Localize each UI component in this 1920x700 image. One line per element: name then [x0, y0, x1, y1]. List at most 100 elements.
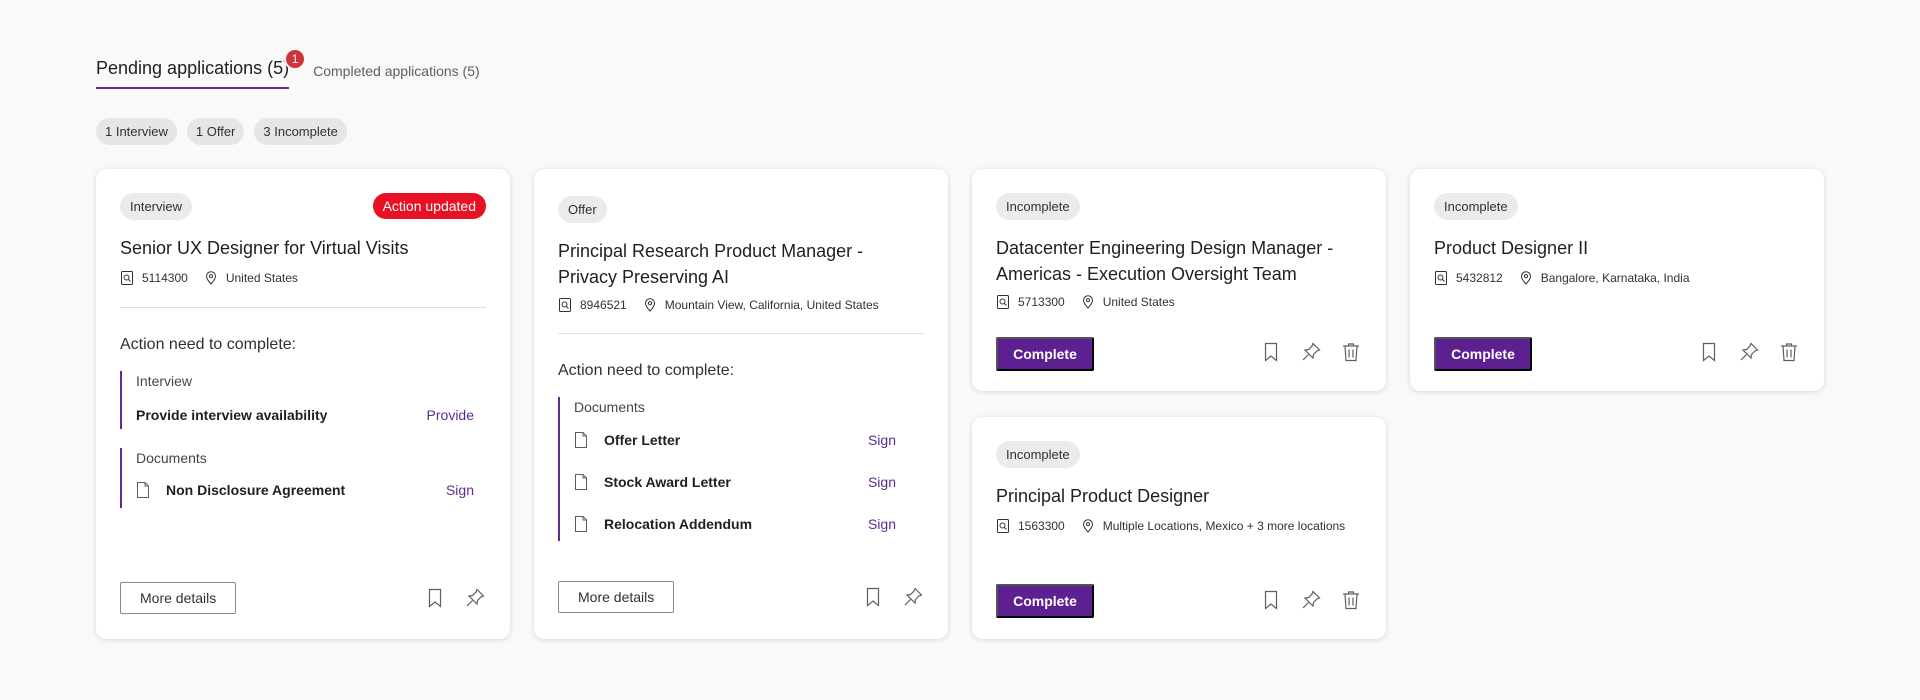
notification-badge: 1	[284, 48, 307, 70]
location-icon	[1081, 295, 1095, 309]
more-details-button[interactable]: More details	[120, 582, 237, 614]
job-location: United States	[1102, 295, 1175, 309]
complete-button[interactable]: Complete	[996, 584, 1094, 618]
job-meta: 5432812 Bangalore, Karnataka, India	[1434, 271, 1690, 285]
job-id-icon	[1434, 271, 1448, 285]
location-icon	[643, 298, 657, 312]
filter-offer[interactable]: 1 Offer	[186, 118, 245, 145]
job-location: United States	[225, 271, 298, 285]
job-id-icon	[996, 295, 1010, 309]
job-title: Senior UX Designer for Virtual Visits	[120, 238, 409, 258]
status-badge: Incomplete	[996, 441, 1080, 468]
document-icon	[136, 482, 150, 498]
action-section-title: Action need to complete:	[558, 362, 735, 379]
pin-icon[interactable]	[1300, 341, 1322, 363]
action-section-title: Action need to complete:	[120, 336, 297, 353]
action-item-label: Non Disclosure Agreement	[166, 482, 346, 498]
job-id-icon	[996, 519, 1010, 533]
job-title-line2: Privacy Preserving AI	[558, 267, 730, 287]
complete-button[interactable]: Complete	[996, 337, 1094, 371]
job-id: 5114300	[142, 271, 188, 285]
job-meta: 5114300 United States	[120, 271, 298, 285]
filter-incomplete[interactable]: 3 Incomplete	[254, 118, 347, 145]
card-actions	[1260, 341, 1362, 363]
interview-action-group: Interview Provide interview availability…	[120, 371, 474, 429]
divider	[120, 307, 486, 308]
job-id-icon	[558, 298, 572, 312]
trash-icon[interactable]	[1778, 341, 1800, 363]
pin-icon[interactable]	[902, 586, 924, 608]
sign-link[interactable]: Sign	[868, 474, 896, 490]
job-title: Principal Research Product Manager - Pri…	[558, 238, 863, 290]
group-label-documents: Documents	[574, 399, 645, 415]
job-meta: 5713300 United States	[996, 295, 1175, 309]
provide-link[interactable]: Provide	[427, 407, 474, 423]
tab-pending-applications[interactable]: Pending applications (5) 1	[96, 48, 307, 89]
pin-icon[interactable]	[1300, 589, 1322, 611]
tab-completed-applications[interactable]: Completed applications (5)	[313, 63, 480, 89]
job-id-icon	[120, 271, 134, 285]
card-actions	[1260, 589, 1362, 611]
group-label-interview: Interview	[136, 373, 193, 389]
action-item-label: Stock Award Letter	[604, 474, 731, 490]
bookmark-icon[interactable]	[1260, 589, 1282, 611]
job-title: Product Designer II	[1434, 238, 1589, 258]
sign-link[interactable]: Sign	[446, 482, 474, 498]
job-title: Principal Product Designer	[996, 486, 1210, 506]
sign-link[interactable]: Sign	[868, 432, 896, 448]
location-icon	[1519, 271, 1533, 285]
bookmark-icon[interactable]	[424, 587, 446, 609]
filter-interview[interactable]: 1 Interview	[96, 118, 177, 145]
job-meta: 8946521 Mountain View, California, Unite…	[558, 298, 879, 312]
group-label-documents: Documents	[136, 450, 207, 466]
job-id: 5713300	[1018, 295, 1065, 309]
document-icon	[574, 474, 588, 490]
job-title-line2: Americas - Execution Oversight Team	[996, 264, 1297, 284]
document-icon	[574, 432, 588, 448]
action-item-label: Offer Letter	[604, 432, 681, 448]
card-actions	[424, 587, 486, 609]
bookmark-icon[interactable]	[862, 586, 884, 608]
status-badge: Interview	[120, 193, 193, 220]
job-id: 8946521	[580, 298, 627, 312]
location-icon	[1081, 519, 1095, 533]
pin-icon[interactable]	[1738, 341, 1760, 363]
bookmark-icon[interactable]	[1260, 341, 1282, 363]
documents-action-group: Documents Offer Letter Sign Stock Award …	[558, 397, 896, 541]
tab-pending-label: Pending applications (5)	[96, 58, 290, 78]
action-item-label: Relocation Addendum	[604, 516, 753, 532]
trash-icon[interactable]	[1340, 341, 1362, 363]
sign-link[interactable]: Sign	[868, 516, 896, 532]
more-details-button[interactable]: More details	[558, 581, 675, 613]
job-title: Datacenter Engineering Design Manager - …	[996, 235, 1333, 287]
application-card-principal-research-pm: Offer Principal Research Product Manager…	[534, 169, 948, 639]
status-filters: 1 Interview 1 Offer 3 Incomplete	[96, 118, 347, 145]
action-item: Non Disclosure Agreement Sign	[136, 482, 474, 498]
status-badge: Offer	[558, 196, 607, 223]
trash-icon[interactable]	[1340, 589, 1362, 611]
application-card-datacenter-design-manager: Incomplete Datacenter Engineering Design…	[972, 169, 1386, 391]
action-updated-badge: Action updated	[372, 193, 486, 219]
action-item: Offer Letter Sign	[574, 432, 896, 448]
job-title-line1: Principal Research Product Manager -	[558, 241, 864, 261]
location-icon	[204, 271, 218, 285]
pin-icon[interactable]	[464, 587, 486, 609]
action-item-label: Provide interview availability	[136, 407, 328, 423]
complete-button[interactable]: Complete	[1434, 337, 1532, 371]
document-icon	[574, 516, 588, 532]
action-item: Relocation Addendum Sign	[574, 516, 896, 532]
documents-action-group: Documents Non Disclosure Agreement Sign	[120, 448, 474, 508]
job-location: Multiple Locations, Mexico + 3 more loca…	[1102, 519, 1346, 533]
job-id: 1563300	[1018, 519, 1065, 533]
card-actions	[862, 586, 924, 608]
action-item: Provide interview availability Provide	[136, 407, 474, 423]
job-title-line1: Datacenter Engineering Design Manager -	[996, 238, 1334, 258]
card-actions	[1698, 341, 1800, 363]
action-item: Stock Award Letter Sign	[574, 474, 896, 490]
application-tabs: Pending applications (5) 1 Completed app…	[96, 48, 480, 89]
application-card-product-designer-ii: Incomplete Product Designer II 5432812 B…	[1410, 169, 1824, 391]
bookmark-icon[interactable]	[1698, 341, 1720, 363]
divider	[558, 333, 924, 334]
job-location: Bangalore, Karnataka, India	[1540, 271, 1690, 285]
job-location: Mountain View, California, United States	[664, 298, 879, 312]
